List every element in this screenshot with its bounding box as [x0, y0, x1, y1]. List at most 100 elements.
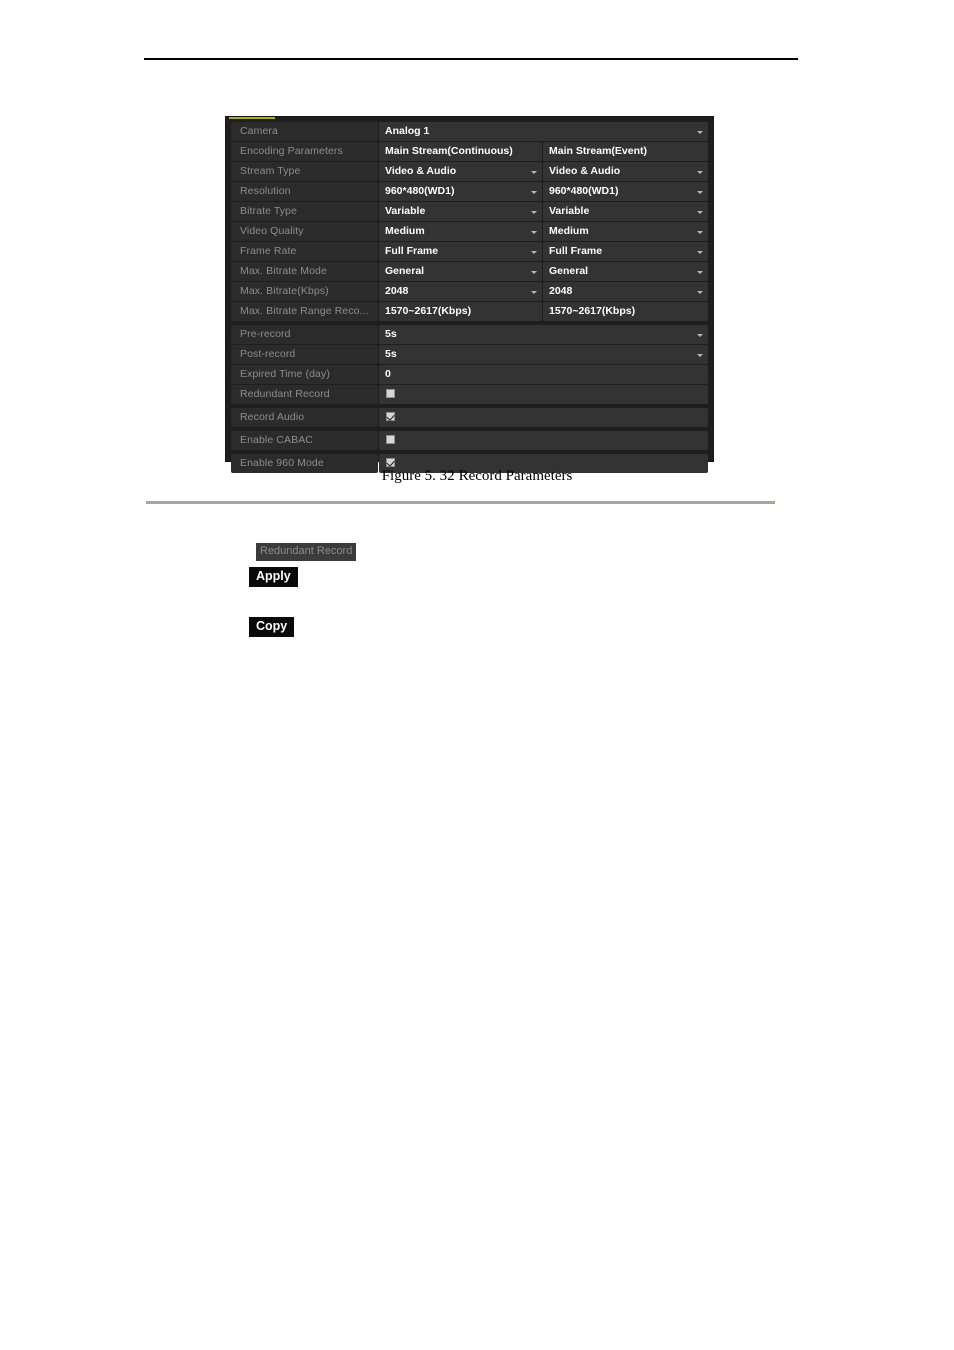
checkbox-redundant-record-cell[interactable] [379, 385, 708, 404]
checkbox-redundant-record[interactable] [386, 388, 395, 398]
checkbox-record-audio[interactable] [386, 411, 395, 421]
select-max-bitrate-continuous[interactable]: 2048 [379, 282, 542, 301]
row-record-audio: Record Audio [231, 408, 708, 427]
chevron-down-icon [697, 130, 703, 134]
row-max-bitrate-kbps: Max. Bitrate(Kbps) 2048 2048 [231, 282, 708, 301]
section-rule [146, 501, 775, 504]
label-record-audio: Record Audio [231, 408, 378, 427]
header-main-stream-event: Main Stream(Event) [543, 142, 708, 161]
select-video-quality-event[interactable]: Medium [543, 222, 708, 241]
text-max-bitrate-range-event: 1570~2617(Kbps) [543, 302, 708, 321]
row-max-bitrate-mode: Max. Bitrate Mode General General [231, 262, 708, 281]
chevron-down-icon [697, 210, 703, 214]
label-max-bitrate-mode: Max. Bitrate Mode [231, 262, 378, 281]
row-enable-cabac: Enable CABAC [231, 431, 708, 450]
checkbox-enable-cabac[interactable] [386, 434, 395, 444]
label-post-record: Post-record [231, 345, 378, 364]
select-bitrate-type-event-value: Variable [549, 205, 590, 217]
select-frame-rate-event[interactable]: Full Frame [543, 242, 708, 261]
select-frame-rate-continuous-value: Full Frame [385, 245, 439, 257]
select-max-bitrate-mode-event-value: General [549, 265, 589, 277]
chevron-down-icon [531, 290, 537, 294]
select-bitrate-type-event[interactable]: Variable [543, 202, 708, 221]
chevron-down-icon [697, 190, 703, 194]
row-frame-rate: Frame Rate Full Frame Full Frame [231, 242, 708, 261]
select-stream-type-continuous-value: Video & Audio [385, 165, 457, 177]
chevron-down-icon [697, 270, 703, 274]
select-frame-rate-continuous[interactable]: Full Frame [379, 242, 542, 261]
label-encoding-parameters: Encoding Parameters [231, 142, 378, 161]
row-post-record: Post-record 5s [231, 345, 708, 364]
select-resolution-event[interactable]: 960*480(WD1) [543, 182, 708, 201]
label-video-quality: Video Quality [231, 222, 378, 241]
label-enable-cabac: Enable CABAC [231, 431, 378, 450]
label-pre-record: Pre-record [231, 325, 378, 344]
chevron-down-icon [531, 210, 537, 214]
chevron-down-icon [697, 230, 703, 234]
select-post-record-value: 5s [385, 348, 397, 360]
label-frame-rate: Frame Rate [231, 242, 378, 261]
select-frame-rate-event-value: Full Frame [549, 245, 603, 257]
figure-caption-number: Figure 5. 32 [381, 468, 455, 484]
select-stream-type-event[interactable]: Video & Audio [543, 162, 708, 181]
figure-caption-text: Record Parameters [458, 468, 573, 484]
header-main-stream-continuous: Main Stream(Continuous) [379, 142, 542, 161]
select-stream-type-continuous[interactable]: Video & Audio [379, 162, 542, 181]
label-bitrate-type: Bitrate Type [231, 202, 378, 221]
row-expired-time: Expired Time (day) 0 [231, 365, 708, 384]
select-video-quality-event-value: Medium [549, 225, 589, 237]
inline-token-apply-button[interactable]: Apply [249, 567, 298, 587]
label-expired-time: Expired Time (day) [231, 365, 378, 384]
chevron-down-icon [531, 230, 537, 234]
select-bitrate-type-continuous[interactable]: Variable [379, 202, 542, 221]
select-max-bitrate-event-value: 2048 [549, 285, 573, 297]
label-redundant-record: Redundant Record [231, 385, 378, 404]
select-camera[interactable]: Analog 1 [379, 122, 708, 141]
select-resolution-event-value: 960*480(WD1) [549, 185, 619, 197]
select-pre-record-value: 5s [385, 328, 397, 340]
select-stream-type-event-value: Video & Audio [549, 165, 621, 177]
select-max-bitrate-mode-continuous[interactable]: General [379, 262, 542, 281]
row-video-quality: Video Quality Medium Medium [231, 222, 708, 241]
select-max-bitrate-mode-continuous-value: General [385, 265, 425, 277]
chevron-down-icon [697, 250, 703, 254]
chevron-down-icon [531, 270, 537, 274]
row-encoding-parameters: Encoding Parameters Main Stream(Continuo… [231, 142, 708, 161]
figure-caption: Figure 5. 32 Record Parameters [0, 468, 954, 485]
inline-token-copy-button[interactable]: Copy [249, 617, 295, 637]
select-max-bitrate-event[interactable]: 2048 [543, 282, 708, 301]
select-bitrate-type-continuous-value: Variable [385, 205, 426, 217]
select-video-quality-continuous[interactable]: Medium [379, 222, 542, 241]
chevron-down-icon [697, 333, 703, 337]
label-max-bitrate-range: Max. Bitrate Range Reco... [231, 302, 378, 321]
row-bitrate-type: Bitrate Type Variable Variable [231, 202, 708, 221]
select-max-bitrate-mode-event[interactable]: General [543, 262, 708, 281]
row-camera: Camera Analog 1 [231, 122, 708, 141]
select-resolution-continuous[interactable]: 960*480(WD1) [379, 182, 542, 201]
chevron-down-icon [531, 190, 537, 194]
record-parameters-dialog: Camera Analog 1 Encoding Parameters Main… [225, 116, 714, 473]
select-camera-value: Analog 1 [385, 125, 430, 137]
select-max-bitrate-continuous-value: 2048 [385, 285, 409, 297]
row-pre-record: Pre-record 5s [231, 325, 708, 344]
row-resolution: Resolution 960*480(WD1) 960*480(WD1) [231, 182, 708, 201]
row-redundant-record: Redundant Record [231, 385, 708, 404]
select-video-quality-continuous-value: Medium [385, 225, 425, 237]
checkbox-enable-960-mode[interactable] [386, 457, 395, 467]
checkbox-enable-cabac-cell[interactable] [379, 431, 708, 450]
label-max-bitrate-kbps: Max. Bitrate(Kbps) [231, 282, 378, 301]
select-resolution-continuous-value: 960*480(WD1) [385, 185, 455, 197]
label-stream-type: Stream Type [231, 162, 378, 181]
panel-accent-bar [229, 117, 275, 119]
row-max-bitrate-range: Max. Bitrate Range Reco... 1570~2617(Kbp… [231, 302, 708, 321]
select-pre-record[interactable]: 5s [379, 325, 708, 344]
row-stream-type: Stream Type Video & Audio Video & Audio [231, 162, 708, 181]
label-camera: Camera [231, 122, 378, 141]
chevron-down-icon [531, 170, 537, 174]
input-expired-time[interactable]: 0 [379, 365, 708, 384]
checkbox-record-audio-cell[interactable] [379, 408, 708, 427]
text-max-bitrate-range-continuous: 1570~2617(Kbps) [379, 302, 542, 321]
chevron-down-icon [697, 170, 703, 174]
chevron-down-icon [697, 353, 703, 357]
select-post-record[interactable]: 5s [379, 345, 708, 364]
